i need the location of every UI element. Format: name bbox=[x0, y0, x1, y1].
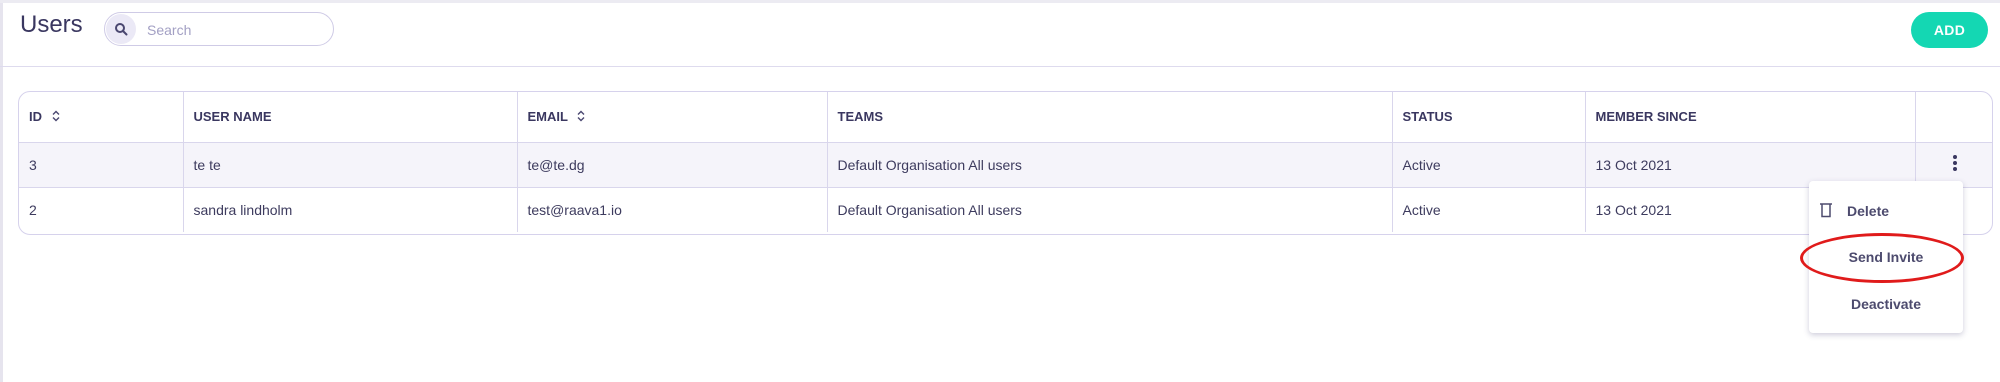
column-header-label: MEMBER SINCE bbox=[1595, 109, 1697, 125]
search-box[interactable] bbox=[104, 12, 334, 46]
page-header: Users ADD bbox=[0, 0, 2000, 67]
column-header-label: ID bbox=[29, 108, 42, 124]
column-header-label: USER NAME bbox=[193, 109, 272, 125]
menu-item-deactivate[interactable]: Deactivate bbox=[1809, 284, 1963, 324]
cell-email: te@te.dg bbox=[517, 142, 828, 187]
cell-teams: Default Organisation All users bbox=[827, 142, 1393, 187]
menu-item-label: Send Invite bbox=[1848, 249, 1924, 265]
page-title: Users bbox=[20, 11, 83, 38]
column-header-id[interactable]: ID bbox=[19, 92, 184, 142]
menu-item-label: Delete bbox=[1847, 203, 1890, 219]
cell-user-name: te te bbox=[183, 142, 518, 187]
column-header-label: STATUS bbox=[1402, 109, 1453, 125]
column-header-actions bbox=[1915, 92, 1992, 142]
cell-status: Active bbox=[1392, 142, 1586, 187]
sort-icon[interactable] bbox=[577, 110, 585, 125]
more-vertical-icon[interactable] bbox=[1952, 154, 1958, 175]
row-actions-menu: Delete Send Invite Deactivate bbox=[1809, 181, 1963, 333]
menu-item-send-invite[interactable]: Send Invite bbox=[1809, 237, 1963, 277]
sort-icon[interactable] bbox=[52, 110, 60, 125]
add-button[interactable]: ADD bbox=[1911, 12, 1988, 48]
cell-id: 3 bbox=[19, 142, 184, 187]
table-header-row: ID USER NAME EMAIL TEAMS STATUS MEMBER S… bbox=[19, 92, 1992, 142]
column-header-email[interactable]: EMAIL bbox=[517, 92, 828, 142]
users-table: ID USER NAME EMAIL TEAMS STATUS MEMBER S… bbox=[18, 91, 1993, 235]
column-header-status: STATUS bbox=[1392, 92, 1586, 142]
trash-icon bbox=[1819, 202, 1833, 221]
column-header-label: TEAMS bbox=[837, 109, 884, 125]
column-header-user-name: USER NAME bbox=[183, 92, 518, 142]
menu-item-label: Deactivate bbox=[1850, 296, 1922, 312]
table-row[interactable]: 2 sandra lindholm test@raava1.io Default… bbox=[19, 187, 1992, 232]
search-input[interactable] bbox=[145, 19, 329, 41]
search-icon bbox=[106, 14, 136, 44]
cell-user-name: sandra lindholm bbox=[183, 187, 518, 232]
table-row[interactable]: 3 te te te@te.dg Default Organisation Al… bbox=[19, 142, 1992, 187]
column-header-teams: TEAMS bbox=[827, 92, 1393, 142]
cell-email: test@raava1.io bbox=[517, 187, 828, 232]
menu-item-delete[interactable]: Delete bbox=[1809, 191, 1963, 231]
cell-status: Active bbox=[1392, 187, 1586, 232]
cell-id: 2 bbox=[19, 187, 184, 232]
column-header-member-since: MEMBER SINCE bbox=[1585, 92, 1916, 142]
cell-teams: Default Organisation All users bbox=[827, 187, 1393, 232]
column-header-label: EMAIL bbox=[527, 108, 568, 124]
